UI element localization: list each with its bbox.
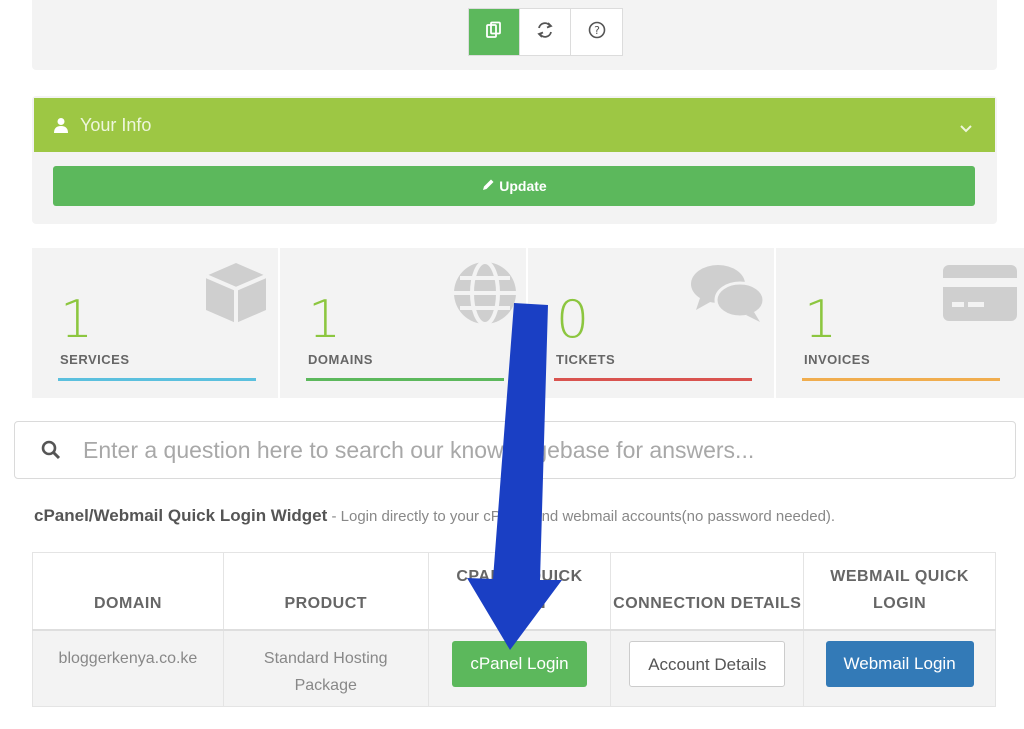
annotation-arrow-shape <box>467 303 562 650</box>
annotation-arrow <box>467 303 562 650</box>
